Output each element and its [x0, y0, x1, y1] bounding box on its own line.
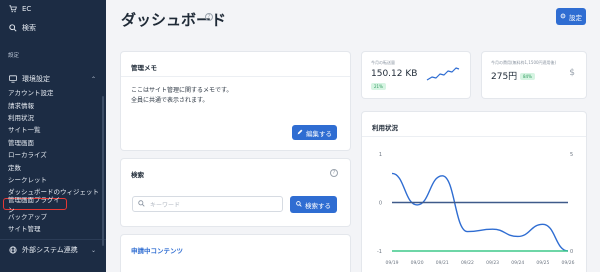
search-icon	[296, 200, 302, 209]
chevron-down-icon: ⌄	[90, 246, 96, 254]
x-tick-label: 09/25	[536, 260, 549, 266]
search-button[interactable]: 検索する	[290, 196, 337, 213]
sidebar-group-label: 環境設定	[22, 75, 50, 83]
transfer-stat-card: 今月の転送量 150.12 KB 21%	[362, 52, 470, 98]
sidebar-group-external[interactable]: 外部システム連携 ⌄	[0, 238, 106, 261]
sidebar-section-label: 設定	[8, 53, 20, 59]
sidebar-item-constants[interactable]: 定数	[0, 160, 106, 172]
x-tick-label: 09/20	[411, 260, 424, 266]
sidebar-item-label: EC	[22, 5, 32, 13]
edit-button[interactable]: 編集する	[292, 125, 337, 140]
sparkline	[426, 67, 460, 81]
dollar-icon: $	[569, 68, 575, 78]
pencil-icon	[297, 129, 303, 137]
cost-label: 今月の費用(無料枠1,1500円適用後)	[491, 60, 557, 65]
x-tick-label: 09/22	[461, 260, 474, 266]
memo-line: ここはサイト管理に関するメモです。	[131, 87, 233, 94]
sidebar-item-account[interactable]: アカウント設定	[0, 86, 106, 98]
sidebar-item-label: 検索	[22, 24, 36, 32]
edit-button-label: 編集する	[306, 130, 332, 138]
transfer-value: 150.12 KB	[371, 69, 418, 79]
y-right-tick-label: 5	[570, 152, 573, 158]
search-placeholder: キーワード	[150, 201, 181, 209]
pending-content-card: 申請中コンテンツ	[121, 235, 350, 272]
help-icon[interactable]: ?	[330, 169, 338, 177]
y-tick-label: -1	[377, 249, 382, 255]
usage-chart: 1 0 -1 5 0 09/19 09/20 09/21 09/22 09/23 09/24 09/2…	[377, 152, 575, 266]
cost-stat-card: 今月の費用(無料枠1,1500円適用後) 275円 84% $	[482, 52, 586, 98]
sidebar-item-site-admin[interactable]: サイト管理	[0, 222, 106, 234]
transfer-badge: 21%	[371, 83, 386, 90]
memo-line: 全員に共通で表示されます。	[131, 97, 209, 104]
x-tick-label: 09/24	[511, 260, 524, 266]
memo-body: ここはサイト管理に関するメモです。 全員に共通で表示されます。	[121, 77, 350, 115]
cart-icon	[8, 5, 17, 14]
usage-card: 利用状況 1 0 -1 5 0 09/19 09/20 09/21 09/22 09/23 09/2…	[362, 112, 586, 272]
search-title: 検索	[131, 171, 144, 179]
sidebar-group-environment[interactable]: 環境設定 ⌃	[0, 72, 106, 86]
sidebar-item-localize[interactable]: ローカライズ	[0, 148, 106, 160]
search-card: 検索 ? キーワード 検索する	[121, 159, 350, 226]
search-icon	[8, 24, 17, 33]
y-right-tick-label: 0	[570, 249, 573, 255]
x-tick-label: 09/26	[562, 260, 575, 266]
settings-button-label: 設定	[569, 14, 582, 22]
search-icon	[138, 199, 145, 209]
sidebar-item-sites[interactable]: サイト一覧	[0, 123, 106, 135]
sidebar-item-billing[interactable]: 請求情報	[0, 98, 106, 110]
x-tick-label: 09/21	[436, 260, 449, 266]
sidebar-submenu: アカウント設定 請求情報 利用状況 サイト一覧 管理画面 ローカライズ 定数 シ…	[0, 86, 106, 235]
memo-card: 管理メモ ここはサイト管理に関するメモです。 全員に共通で表示されます。 編集す…	[121, 52, 350, 150]
gear-icon	[560, 13, 566, 21]
y-tick-label: 1	[379, 152, 382, 158]
sidebar-item-usage[interactable]: 利用状況	[0, 111, 106, 123]
cost-value: 275円	[491, 72, 518, 82]
x-tick-label: 09/19	[386, 260, 399, 266]
settings-button[interactable]: 設定	[556, 8, 586, 25]
globe-icon	[8, 246, 17, 255]
search-input[interactable]: キーワード	[132, 196, 283, 212]
sidebar-item-admin-plugins[interactable]: 管理画面プラグイン	[3, 196, 67, 214]
search-button-label: 検索する	[305, 202, 331, 210]
sidebar: EC 検索 設定 環境設定 ⌃ アカウント設定 請求情報 利用状況 サイト一覧 …	[0, 0, 106, 272]
chevron-up-icon: ⌃	[90, 75, 96, 83]
transfer-label: 今月の転送量	[371, 60, 395, 65]
series-line	[391, 172, 569, 252]
sidebar-scrollbar[interactable]	[102, 96, 104, 246]
memo-title: 管理メモ	[121, 52, 350, 77]
cost-badge: 84%	[520, 73, 535, 80]
sidebar-item-ec[interactable]: EC	[0, 0, 106, 18]
sidebar-group-label: 外部システム連携	[22, 246, 78, 255]
help-icon[interactable]: ?	[205, 13, 213, 21]
x-tick-label: 09/23	[486, 260, 499, 266]
sidebar-item-search[interactable]: 検索	[0, 18, 106, 38]
sidebar-item-admin[interactable]: 管理画面	[0, 136, 106, 148]
pending-title[interactable]: 申請中コンテンツ	[121, 235, 350, 260]
sidebar-item-secrets[interactable]: シークレット	[0, 173, 106, 185]
monitor-icon	[8, 75, 17, 84]
y-tick-label: 0	[379, 201, 382, 207]
